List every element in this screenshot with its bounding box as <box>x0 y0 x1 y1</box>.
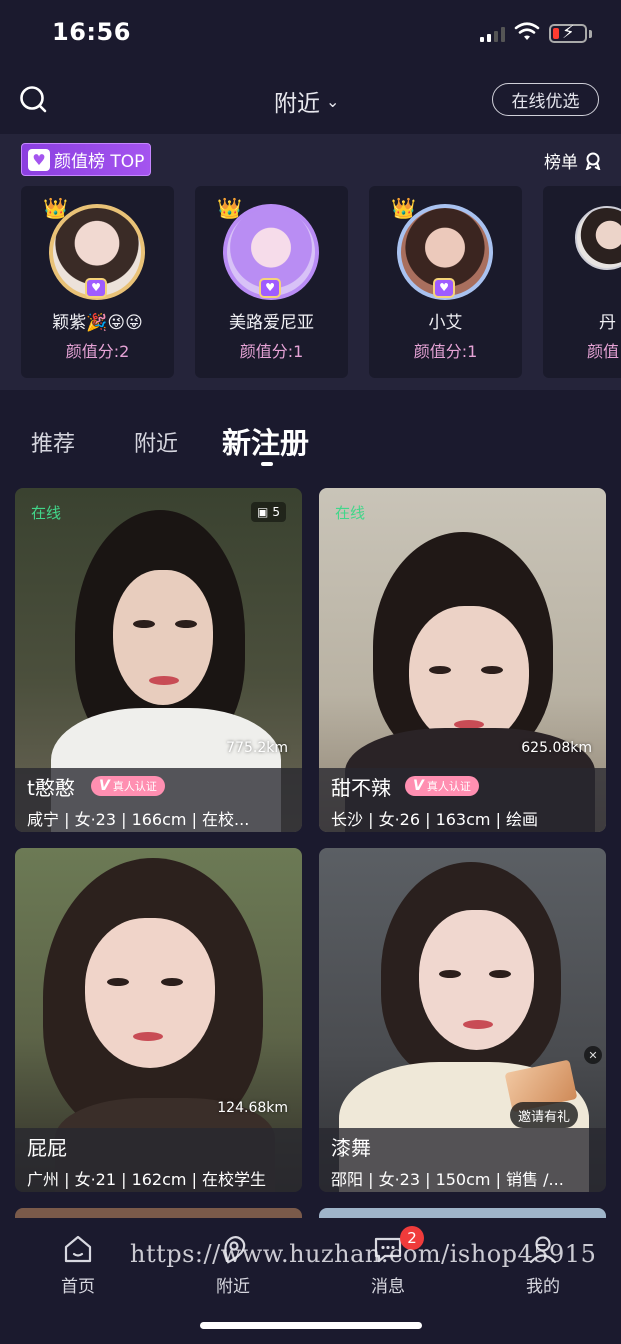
distance-label: 625.08km <box>521 740 592 756</box>
crown-icon: 👑 <box>217 196 242 220</box>
distance-label: 124.68km <box>217 1100 288 1116</box>
card-info-panel: 屁屁 广州 | 女·21 | 162cm | 在校学生 <box>15 1128 302 1192</box>
image-icon: ▣ <box>257 505 269 519</box>
card-meta: 咸宁 | 女·23 | 166cm | 在校... <box>27 810 250 829</box>
invite-label: 邀请有礼 <box>510 1102 578 1128</box>
tabbar-label: 首页 <box>61 1277 95 1297</box>
gem-icon: ♥ <box>85 278 107 298</box>
ranking-name: 小艾 <box>428 313 463 333</box>
watermark-url: https://www.huzhan.com/ishop45915 <box>130 1240 597 1268</box>
distance-label: 775.2km <box>226 740 288 756</box>
card-info-panel: t憨憨 V 真人认证 咸宁 | 女·23 | 166cm | 在校... <box>15 768 302 832</box>
status-time: 16:56 <box>52 18 131 46</box>
ranking-badge[interactable]: ♥ 颜值榜 TOP <box>21 143 152 176</box>
user-card[interactable]: 124.68km 屁屁 广州 | 女·21 | 162cm | 在校学生 <box>15 848 302 1192</box>
photo-count: 5 <box>272 505 280 519</box>
gem-icon: ♥ <box>433 278 455 298</box>
card-meta: 长沙 | 女·26 | 163cm | 绘画 <box>331 810 539 829</box>
ranking-card[interactable]: 👑 ♥ 美路爱尼亚 颜值分:1 <box>195 186 348 378</box>
location-selector[interactable]: 附近 ⌄ <box>274 84 339 118</box>
close-icon[interactable]: ✕ <box>584 1046 602 1064</box>
status-bar: 16:56 ⚡ <box>0 0 621 70</box>
user-card[interactable]: 在线 ▣ 5 775.2km t憨憨 V 真人认证 咸宁 | 女·23 | 166… <box>15 488 302 832</box>
card-name: 屁屁 <box>27 1136 67 1160</box>
home-indicator[interactable] <box>200 1322 422 1329</box>
tab-new-registered[interactable]: 新注册 <box>222 420 309 462</box>
tab-nearby[interactable]: 附近 <box>134 426 178 458</box>
ranking-name: 美路爱尼亚 <box>229 313 314 333</box>
beauty-ranking-section: ♥ 颜值榜 TOP 榜单 👑 ♥ 颖紫🎉😜😜 颜值分:2 👑 ♥ 美路爱尼亚 颜… <box>0 134 621 390</box>
chevron-down-icon: ⌄ <box>326 91 340 111</box>
tabbar-label: 我的 <box>526 1277 560 1297</box>
card-meta: 广州 | 女·21 | 162cm | 在校学生 <box>27 1170 267 1189</box>
crown-icon: 👑 <box>43 196 68 220</box>
home-icon <box>64 1235 92 1263</box>
tabbar-label: 附近 <box>216 1277 250 1297</box>
header-title: 附近 <box>274 91 320 117</box>
online-priority-button[interactable]: 在线优选 <box>492 83 599 116</box>
feed-tabs: 推荐 附近 新注册 <box>0 390 621 486</box>
wifi-icon <box>514 22 540 40</box>
top-header: 附近 ⌄ 在线优选 <box>0 70 621 134</box>
tab-recommend[interactable]: 推荐 <box>31 426 75 458</box>
invite-reward-float[interactable]: 邀请有礼 ✕ <box>504 1042 602 1132</box>
card-name: 漆舞 <box>331 1136 371 1160</box>
ranking-badge-label: 颜值榜 TOP <box>54 152 145 172</box>
gem-icon: ♥ <box>259 278 281 298</box>
ranking-name: 丹 <box>599 313 616 333</box>
card-name: 甜不辣 <box>331 776 391 800</box>
search-icon[interactable] <box>18 84 48 114</box>
tabbar-home[interactable]: 首页 <box>28 1232 128 1302</box>
user-card[interactable]: 在线 625.08km 甜不辣 V 真人认证 长沙 | 女·26 | 163cm … <box>319 488 606 832</box>
online-tag: 在线 <box>335 504 366 522</box>
ranking-name: 颖紫🎉😜😜 <box>52 313 143 333</box>
medal-icon <box>585 152 601 170</box>
card-name: t憨憨 <box>27 776 75 800</box>
verified-badge: V 真人认证 <box>405 776 479 796</box>
card-meta: 邵阳 | 女·23 | 150cm | 销售 /... <box>331 1170 564 1189</box>
photo-count-badge: ▣ 5 <box>251 502 286 522</box>
tabbar-label: 消息 <box>371 1277 405 1297</box>
ranking-link-label: 榜单 <box>544 153 578 173</box>
ranking-cards: 👑 ♥ 颖紫🎉😜😜 颜值分:2 👑 ♥ 美路爱尼亚 颜值分:1 👑 ♥ 小艾 颜… <box>21 186 621 378</box>
avatar <box>575 206 621 270</box>
user-card[interactable]: 漆舞 邵阳 | 女·23 | 150cm | 销售 /... <box>319 848 606 1192</box>
ranking-card[interactable]: 👑 ♥ 颖紫🎉😜😜 颜值分:2 <box>21 186 174 378</box>
signal-icon <box>480 26 508 42</box>
card-info-panel: 漆舞 邵阳 | 女·23 | 150cm | 销售 /... <box>319 1128 606 1192</box>
tab-indicator <box>261 462 273 466</box>
ranking-score: 颜值分:1 <box>413 342 478 361</box>
ranking-list-link[interactable]: 榜单 <box>544 148 602 173</box>
verified-icon: V <box>413 778 424 794</box>
charging-icon: ⚡ <box>562 22 575 43</box>
online-tag: 在线 <box>31 504 62 522</box>
ranking-card[interactable]: 👑 ♥ 小艾 颜值分:1 <box>369 186 522 378</box>
verified-icon: V <box>99 778 110 794</box>
card-info-panel: 甜不辣 V 真人认证 长沙 | 女·26 | 163cm | 绘画 <box>319 768 606 832</box>
ranking-card[interactable]: 丹 颜值 <box>543 186 621 378</box>
crown-icon: 👑 <box>391 196 416 220</box>
heart-icon: ♥ <box>28 148 50 171</box>
ranking-score: 颜值 <box>587 342 620 361</box>
ranking-score: 颜值分:1 <box>239 342 304 361</box>
verified-badge: V 真人认证 <box>91 776 165 796</box>
ranking-score: 颜值分:2 <box>65 342 130 361</box>
